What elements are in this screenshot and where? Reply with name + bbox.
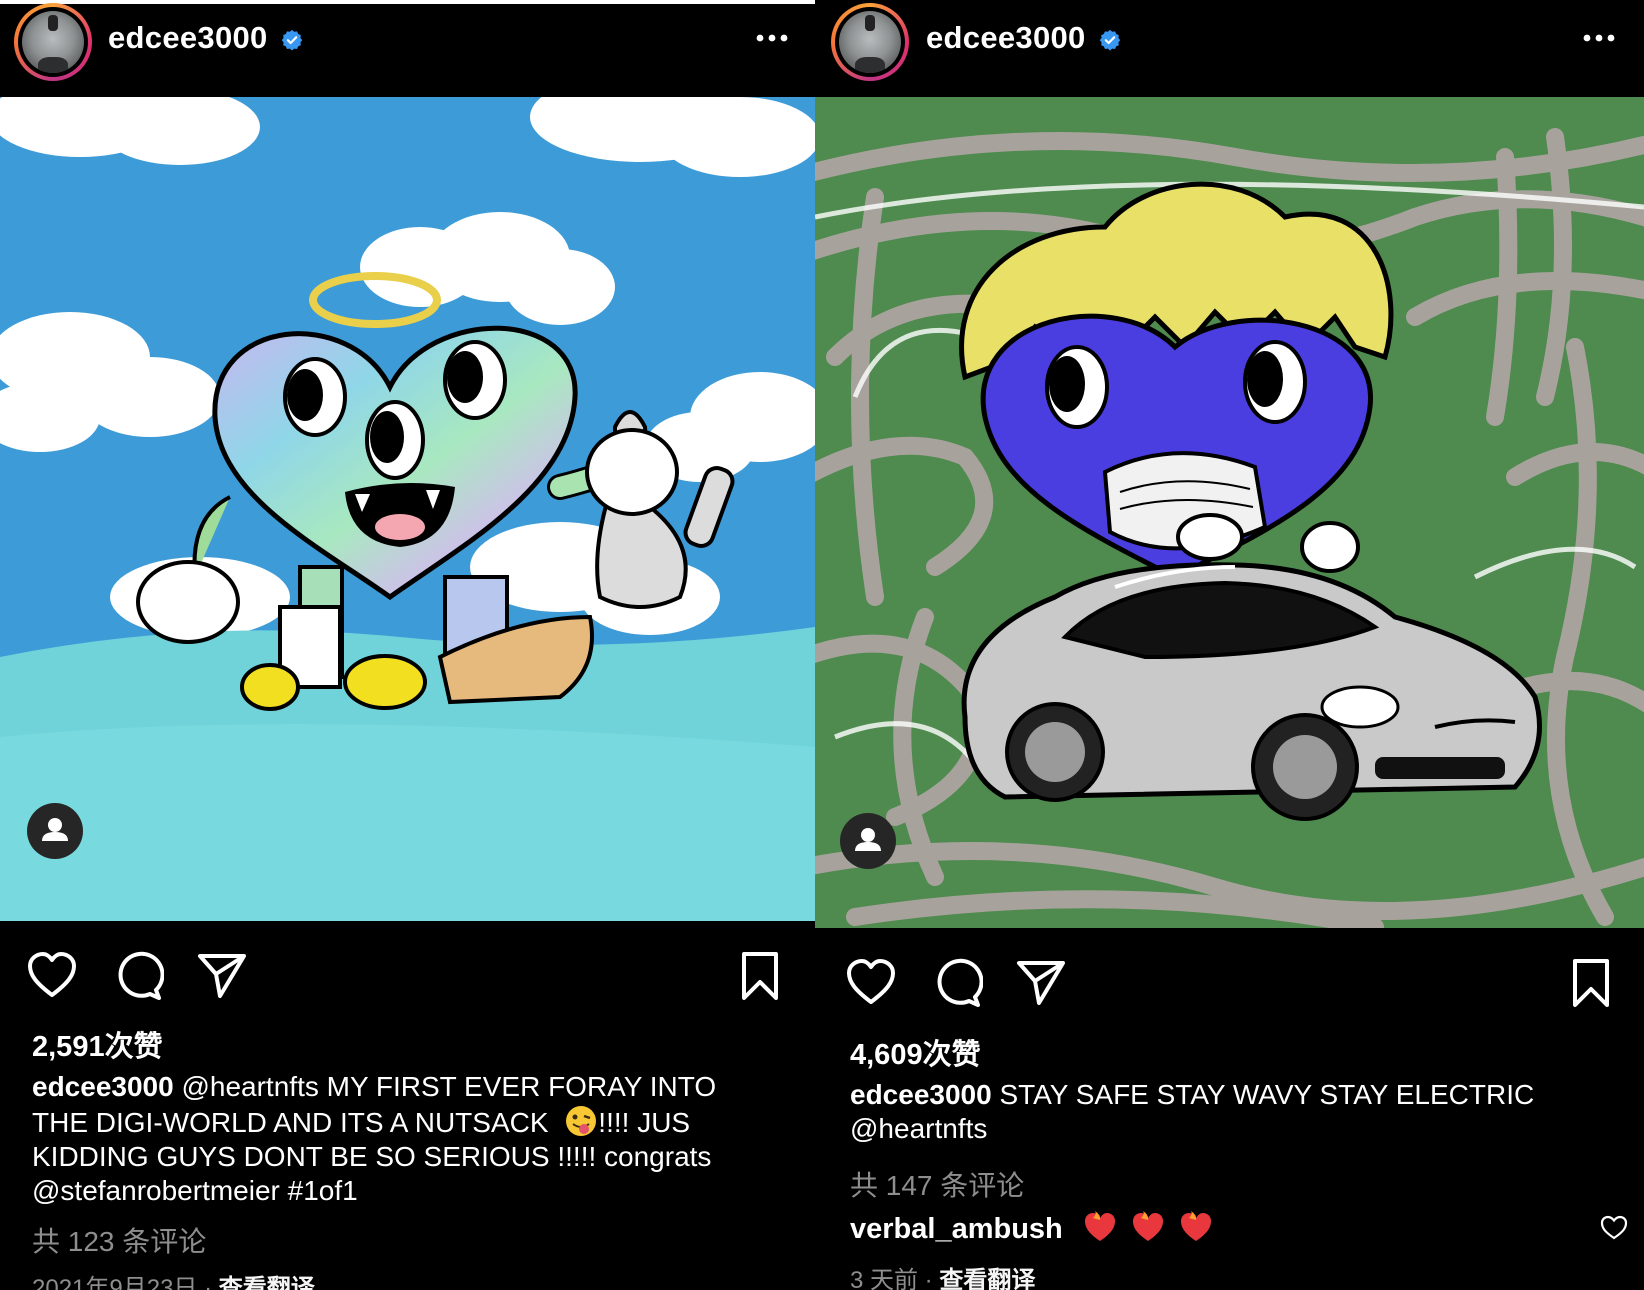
heart-on-fire-emoji	[1084, 1211, 1115, 1241]
caption-line-2: @heartnfts	[850, 1113, 988, 1144]
screenshot-composite: edcee3000 2,591次赞 edcee3000 @heartnfts M…	[0, 0, 1644, 1290]
post-username[interactable]: edcee3000	[108, 20, 268, 56]
artwork-heart-car	[815, 97, 1644, 928]
see-translation-link[interactable]: 查看翻译	[939, 1267, 1035, 1290]
post-header: edcee3000	[0, 0, 815, 96]
winking-tongue-emoji	[566, 1106, 597, 1136]
caption-line-1: STAY SAFE STAY WAVY STAY ELECTRIC	[999, 1079, 1535, 1110]
caption-username[interactable]: edcee3000	[850, 1079, 992, 1110]
caption-line-3: !!!! JUS	[598, 1107, 691, 1138]
comment-username[interactable]: verbal_ambush	[850, 1213, 1063, 1245]
comment-item: verbal_ambush	[850, 1210, 1213, 1246]
like-count[interactable]: 2,591次赞	[32, 1023, 163, 1065]
profile-avatar[interactable]	[831, 3, 909, 81]
caption-line-4: KIDDING GUYS DONT BE SO SERIOUS !!!!! co…	[32, 1141, 712, 1172]
caption-username[interactable]: edcee3000	[32, 1071, 174, 1102]
view-comments-link[interactable]: 共 147 条评论	[850, 1164, 1024, 1204]
verified-badge-icon	[1099, 29, 1121, 51]
bookmark-icon[interactable]	[734, 950, 786, 1002]
comment-icon[interactable]	[112, 950, 164, 1002]
send-icon[interactable]	[1015, 957, 1067, 1009]
post-caption: edcee3000 @heartnfts MY FIRST EVER FORAY…	[32, 1070, 716, 1208]
post-meta: 3 天前 · 查看翻译	[850, 1260, 1035, 1290]
post-caption: edcee3000 STAY SAFE STAY WAVY STAY ELECT…	[850, 1078, 1534, 1146]
post-image-angel-heart[interactable]	[0, 97, 815, 921]
post-time: 3 天前	[850, 1267, 919, 1290]
user-tag-icon[interactable]	[27, 803, 83, 859]
post-username[interactable]: edcee3000	[926, 20, 1086, 56]
heart-icon[interactable]	[26, 950, 78, 1002]
like-count[interactable]: 4,609次赞	[850, 1031, 981, 1073]
heart-on-fire-emoji	[1132, 1211, 1163, 1241]
artwork-angel-heart	[0, 97, 815, 921]
user-tag-icon[interactable]	[840, 813, 896, 869]
caption-line-2: THE DIGI-WORLD AND ITS A NUTSACK	[32, 1107, 549, 1138]
more-options-icon[interactable]	[755, 26, 789, 50]
heart-icon[interactable]	[845, 957, 897, 1009]
caption-line-5: @stefanrobertmeier #1of1	[32, 1175, 358, 1206]
post-right: edcee3000 4,609次赞 edcee3000 STAY SAFE ST…	[815, 0, 1644, 1290]
profile-avatar[interactable]	[14, 3, 92, 81]
comment-like-heart-icon[interactable]	[1600, 1214, 1628, 1242]
see-translation-link[interactable]: 查看翻译	[219, 1275, 315, 1290]
post-date: 2021年9月23日	[32, 1275, 198, 1290]
post-left: edcee3000 2,591次赞 edcee3000 @heartnfts M…	[0, 0, 815, 1290]
more-options-icon[interactable]	[1582, 26, 1616, 50]
caption-line-1: @heartnfts MY FIRST EVER FORAY INTO	[181, 1071, 717, 1102]
post-meta: 2021年9月23日 · 查看翻译	[32, 1268, 315, 1290]
verified-badge-icon	[281, 29, 303, 51]
meta-separator: ·	[197, 1275, 219, 1290]
bookmark-icon[interactable]	[1565, 957, 1617, 1009]
heart-on-fire-emoji	[1180, 1211, 1211, 1241]
action-bar	[0, 950, 815, 1006]
meta-separator: ·	[918, 1267, 940, 1290]
comment-icon[interactable]	[931, 957, 983, 1009]
view-comments-link[interactable]: 共 123 条评论	[32, 1220, 206, 1260]
send-icon[interactable]	[196, 950, 248, 1002]
post-header: edcee3000	[815, 0, 1644, 96]
post-image-heart-car[interactable]	[815, 97, 1644, 928]
action-bar	[815, 957, 1644, 1013]
